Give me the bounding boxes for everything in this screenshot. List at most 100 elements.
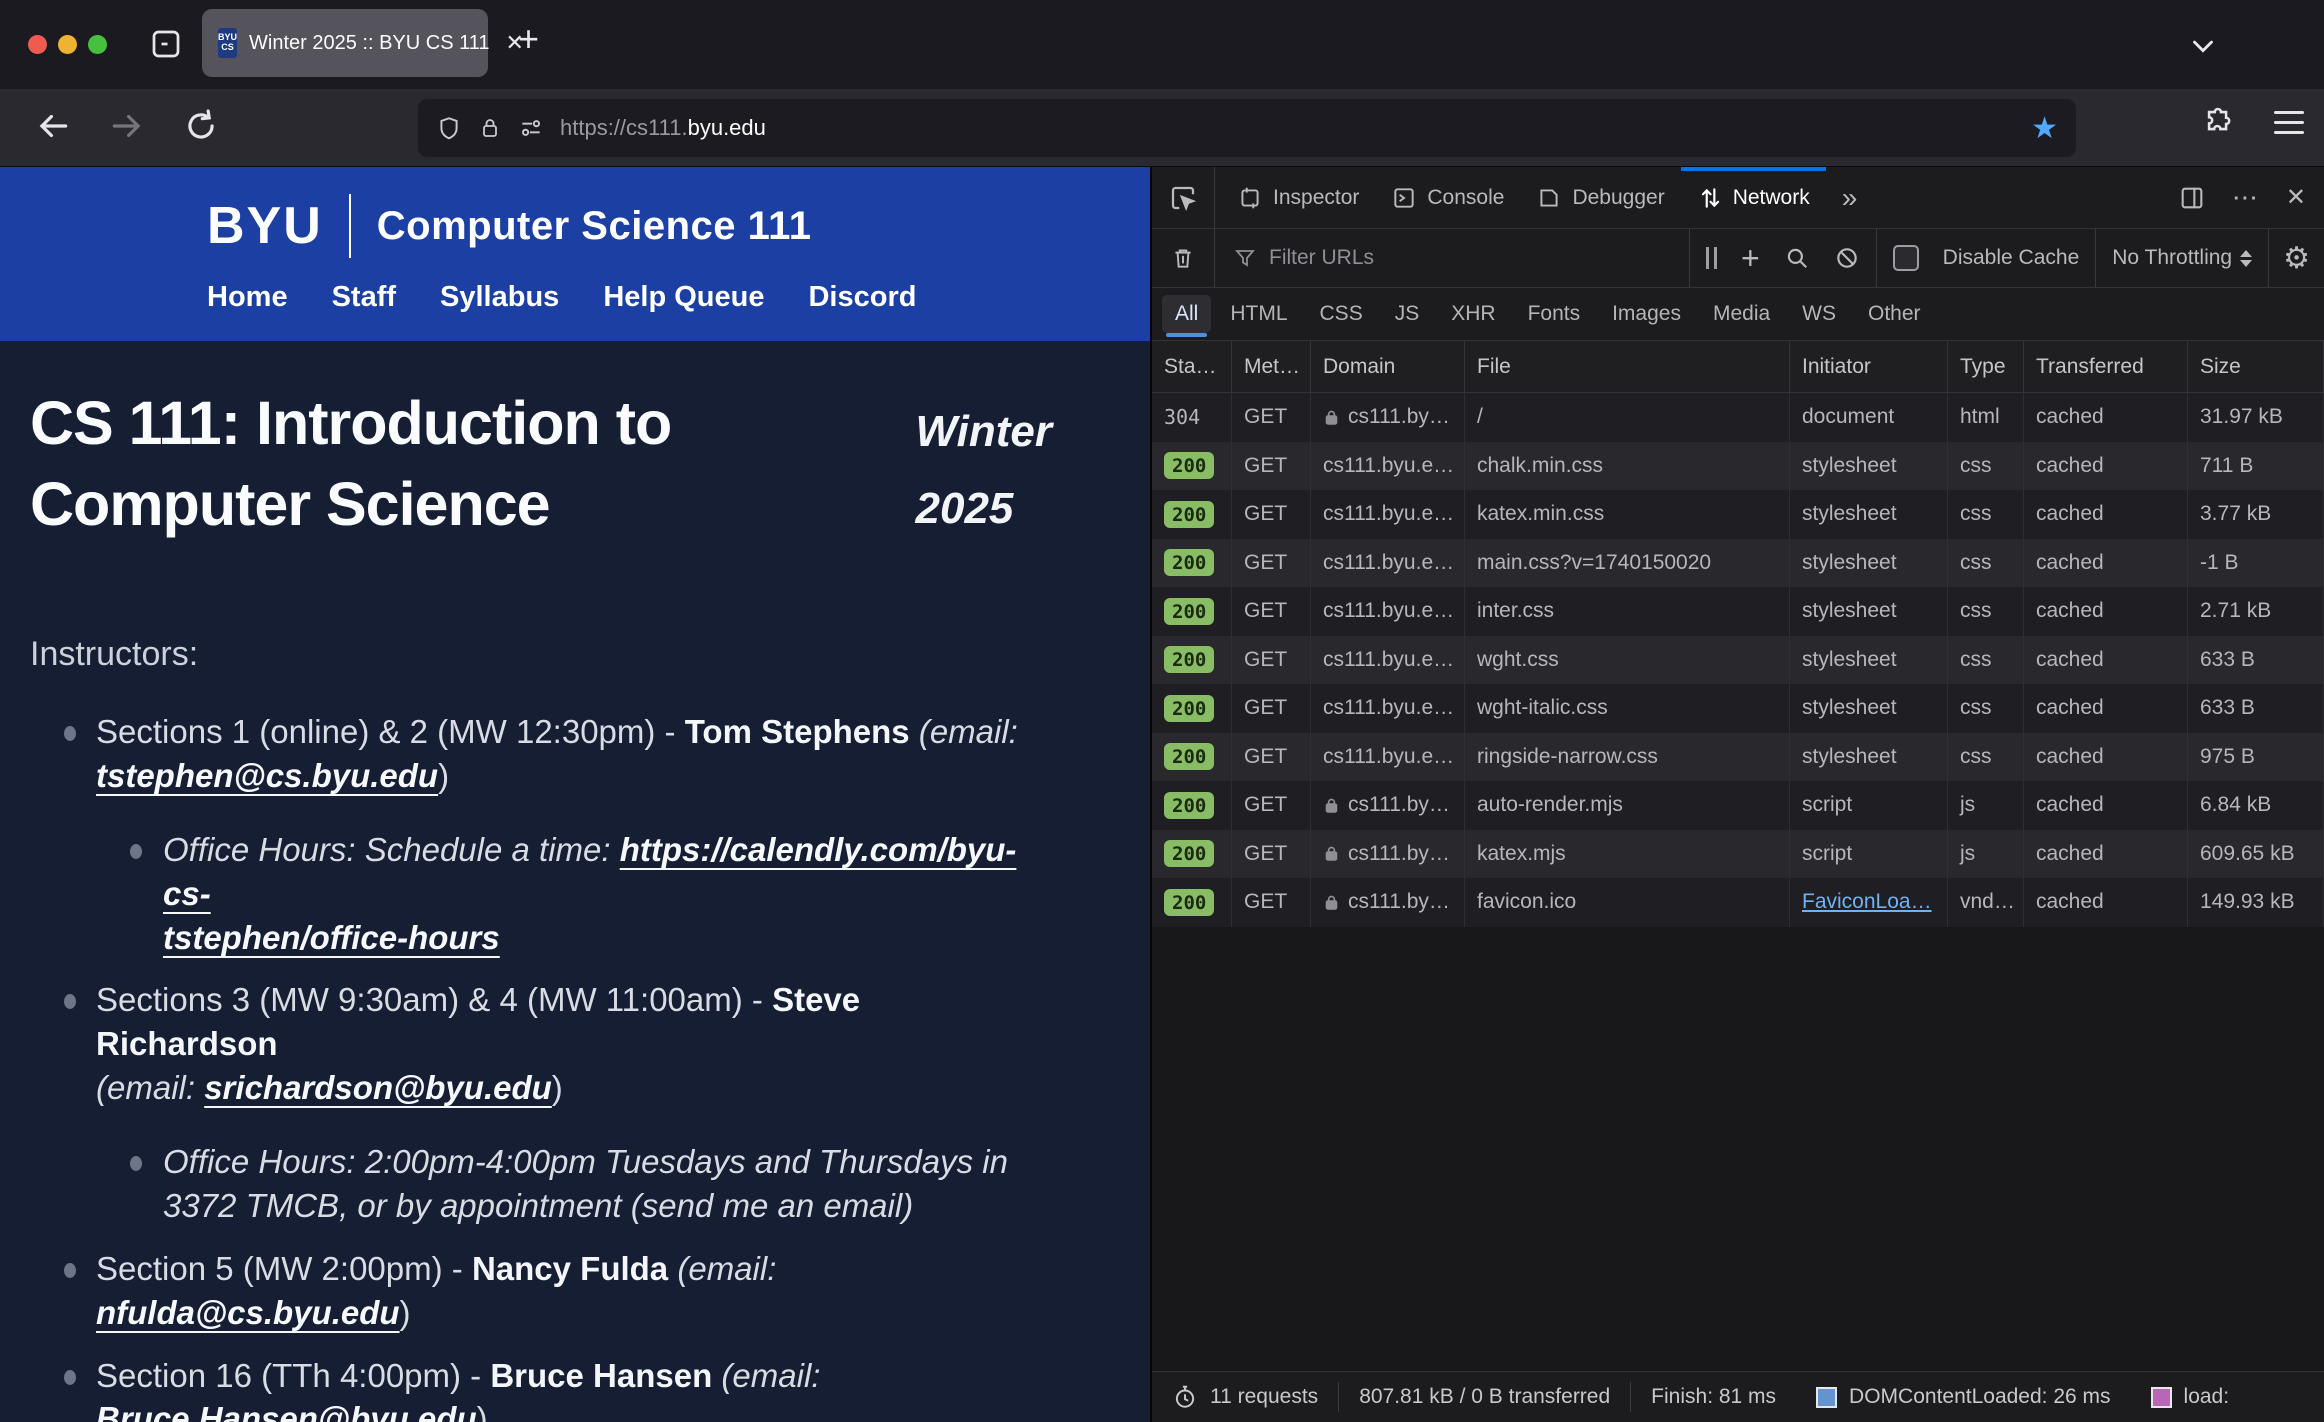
bookmark-star-icon[interactable]: ★ (2031, 111, 2058, 146)
request-size: 2.71 kB (2188, 587, 2324, 636)
column-header-type[interactable]: Type (1948, 341, 2024, 392)
network-request-row[interactable]: 200GETcs111.byu.e…main.css?v=1740150020s… (1152, 539, 2324, 588)
network-request-row[interactable]: 200GETcs111.byu.e…wght.cssstylesheetcssc… (1152, 636, 2324, 685)
request-file: wght.css (1465, 636, 1790, 685)
request-domain: cs111.by… (1311, 393, 1465, 442)
request-status: 200 (1152, 539, 1232, 588)
nav-link-staff[interactable]: Staff (332, 281, 396, 314)
devtools-close-icon[interactable]: ✕ (2286, 183, 2306, 212)
app-menu-icon[interactable] (2274, 111, 2304, 134)
instructors-heading: Instructors: (30, 635, 1110, 674)
nav-link-discord[interactable]: Discord (808, 281, 916, 314)
filter-pill-fonts[interactable]: Fonts (1515, 295, 1594, 333)
devtools-menu-icon[interactable]: ⋯ (2232, 182, 2260, 213)
email-link[interactable]: Bruce.Hansen@byu.edu (96, 1400, 477, 1422)
network-request-row[interactable]: 200GETcs111.byu.e…chalk.min.cssstyleshee… (1152, 442, 2324, 491)
block-icon[interactable] (1834, 245, 1860, 271)
email-link[interactable]: tstephen@cs.byu.edu (96, 757, 438, 794)
filter-pill-all[interactable]: All (1162, 295, 1211, 333)
initiator-text: stylesheet (1802, 551, 1897, 575)
request-type: css (1948, 636, 2024, 685)
network-request-row[interactable]: 304GETcs111.by…/documenthtmlcached31.97 … (1152, 393, 2324, 442)
filter-pill-html[interactable]: HTML (1217, 295, 1300, 333)
filter-pill-css[interactable]: CSS (1307, 295, 1376, 333)
filter-pill-other[interactable]: Other (1855, 295, 1934, 333)
pause-icon[interactable] (1706, 247, 1717, 269)
network-request-row[interactable]: 200GETcs111.byu.e…katex.min.cssstyleshee… (1152, 490, 2324, 539)
filter-pill-ws[interactable]: WS (1789, 295, 1849, 333)
byu-logo[interactable]: BYU (207, 196, 323, 256)
add-request-icon[interactable]: + (1741, 240, 1760, 277)
network-request-row[interactable]: 200GETcs111.byu.e…inter.cssstylesheetcss… (1152, 587, 2324, 636)
filter-pill-js[interactable]: JS (1382, 295, 1433, 333)
network-request-row[interactable]: 200GETcs111.by…auto-render.mjsscriptjsca… (1152, 781, 2324, 830)
nav-link-home[interactable]: Home (207, 281, 288, 314)
traffic-lights (28, 35, 107, 54)
column-header-file[interactable]: File (1465, 341, 1790, 392)
shield-icon (436, 113, 462, 143)
column-header-sta[interactable]: Sta… (1152, 341, 1232, 392)
url-bar[interactable]: https://cs111.byu.edu ★ (418, 99, 2076, 157)
nav-link-help-queue[interactable]: Help Queue (603, 281, 764, 314)
filter-urls-input[interactable]: Filter URLs (1215, 246, 1689, 270)
tab-overflow-chevron-icon[interactable] (2186, 28, 2220, 62)
request-file: inter.css (1465, 587, 1790, 636)
network-request-row[interactable]: 200GETcs111.byu.e…ringside-narrow.csssty… (1152, 733, 2324, 782)
request-size: 149.93 kB (2188, 878, 2324, 927)
request-initiator: script (1790, 830, 1948, 879)
status-code: 200 (1164, 549, 1214, 576)
browser-tab[interactable]: BYUCS Winter 2025 :: BYU CS 111 ✕ (202, 9, 488, 77)
stopwatch-icon[interactable] (1172, 1382, 1198, 1412)
status-code: 200 (1164, 646, 1214, 673)
request-transferred: cached (2024, 733, 2188, 782)
inspector-icon (1237, 185, 1263, 211)
initiator-text: stylesheet (1802, 502, 1897, 526)
request-status: 200 (1152, 684, 1232, 733)
network-settings-gear-icon[interactable]: ⚙ (2269, 241, 2324, 276)
clear-requests-icon[interactable] (1152, 229, 1215, 287)
network-request-row[interactable]: 200GETcs111.by…favicon.icoFaviconLoa…vnd… (1152, 878, 2324, 927)
network-request-row[interactable]: 200GETcs111.byu.e…wght-italic.cssstylesh… (1152, 684, 2324, 733)
sidebar-toggle-icon[interactable] (148, 26, 184, 62)
column-header-size[interactable]: Size (2188, 341, 2324, 392)
extensions-puzzle-icon[interactable] (2202, 105, 2236, 139)
network-request-row[interactable]: 200GETcs111.by…katex.mjsscriptjscached60… (1152, 830, 2324, 879)
back-button[interactable] (34, 107, 72, 145)
split-console-icon[interactable] (2178, 184, 2206, 212)
status-code: 200 (1164, 743, 1214, 770)
instructor-text: Tom Stephens (685, 713, 910, 750)
disable-cache-checkbox[interactable] (1893, 245, 1919, 271)
initiator-text: script (1802, 793, 1852, 817)
request-file: wght-italic.css (1465, 684, 1790, 733)
email-link[interactable]: tstephen/office-hours (163, 919, 500, 956)
element-picker-icon[interactable] (1152, 167, 1215, 228)
tab-inspector[interactable]: Inspector (1221, 167, 1375, 228)
permissions-toggles-icon[interactable] (518, 115, 544, 141)
initiator-text: stylesheet (1802, 599, 1897, 623)
email-link[interactable]: nfulda@cs.byu.edu (96, 1294, 400, 1331)
tab-network[interactable]: Network (1681, 167, 1826, 228)
zoom-window-button[interactable] (88, 35, 107, 54)
filter-pill-xhr[interactable]: XHR (1438, 295, 1508, 333)
column-header-domain[interactable]: Domain (1311, 341, 1465, 392)
column-header-transferred[interactable]: Transferred (2024, 341, 2188, 392)
tab-overflow-icon[interactable]: » (1826, 167, 1874, 228)
initiator-link[interactable]: FaviconLoa… (1802, 890, 1932, 914)
updown-arrows-icon (2240, 250, 2252, 267)
minimize-window-button[interactable] (58, 35, 77, 54)
tab-console[interactable]: Console (1375, 167, 1520, 228)
filter-pill-images[interactable]: Images (1599, 295, 1694, 333)
nav-link-syllabus[interactable]: Syllabus (440, 281, 559, 314)
filter-pill-media[interactable]: Media (1700, 295, 1783, 333)
reload-button[interactable] (182, 107, 220, 145)
forward-button[interactable] (108, 107, 146, 145)
column-header-met[interactable]: Met… (1232, 341, 1311, 392)
new-tab-button[interactable]: + (518, 18, 539, 60)
column-header-initiator[interactable]: Initiator (1790, 341, 1948, 392)
close-window-button[interactable] (28, 35, 47, 54)
throttling-select[interactable]: No Throttling (2112, 246, 2252, 270)
site-nav: Home Staff Syllabus Help Queue Discord (207, 281, 1150, 314)
tab-debugger[interactable]: Debugger (1520, 167, 1680, 228)
email-link[interactable]: srichardson@byu.edu (204, 1069, 552, 1106)
search-icon[interactable] (1784, 245, 1810, 271)
